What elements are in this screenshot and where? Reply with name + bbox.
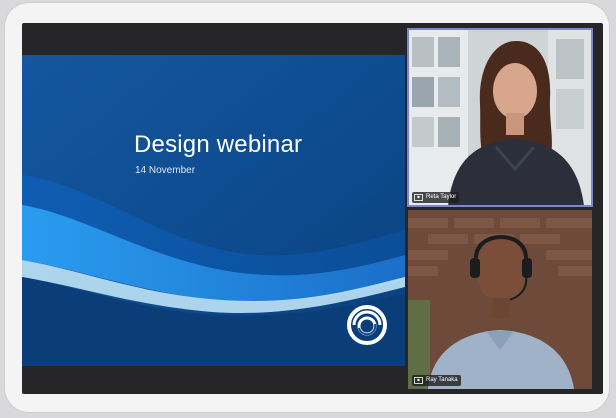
participant-name: Reta Taylor: [426, 194, 457, 200]
participant-name-tag: Ray Tanaka: [412, 375, 461, 386]
participant-name: Ray Tanaka: [426, 377, 458, 383]
participant-name-tag: Reta Taylor: [412, 192, 460, 203]
participant-tile-reta[interactable]: Reta Taylor: [407, 28, 593, 207]
person-tag-icon: [414, 194, 423, 201]
participant-video-ray: [408, 210, 592, 389]
slide-date: 14 November: [135, 165, 196, 176]
slide-title: Design webinar: [134, 131, 303, 158]
participant-tile-ray[interactable]: Ray Tanaka: [408, 210, 592, 389]
participant-video-reta: [408, 29, 592, 206]
person-tag-icon: [414, 377, 423, 384]
shared-slide[interactable]: Design webinar 14 November: [22, 55, 405, 366]
ring-logo-icon: [347, 305, 387, 345]
